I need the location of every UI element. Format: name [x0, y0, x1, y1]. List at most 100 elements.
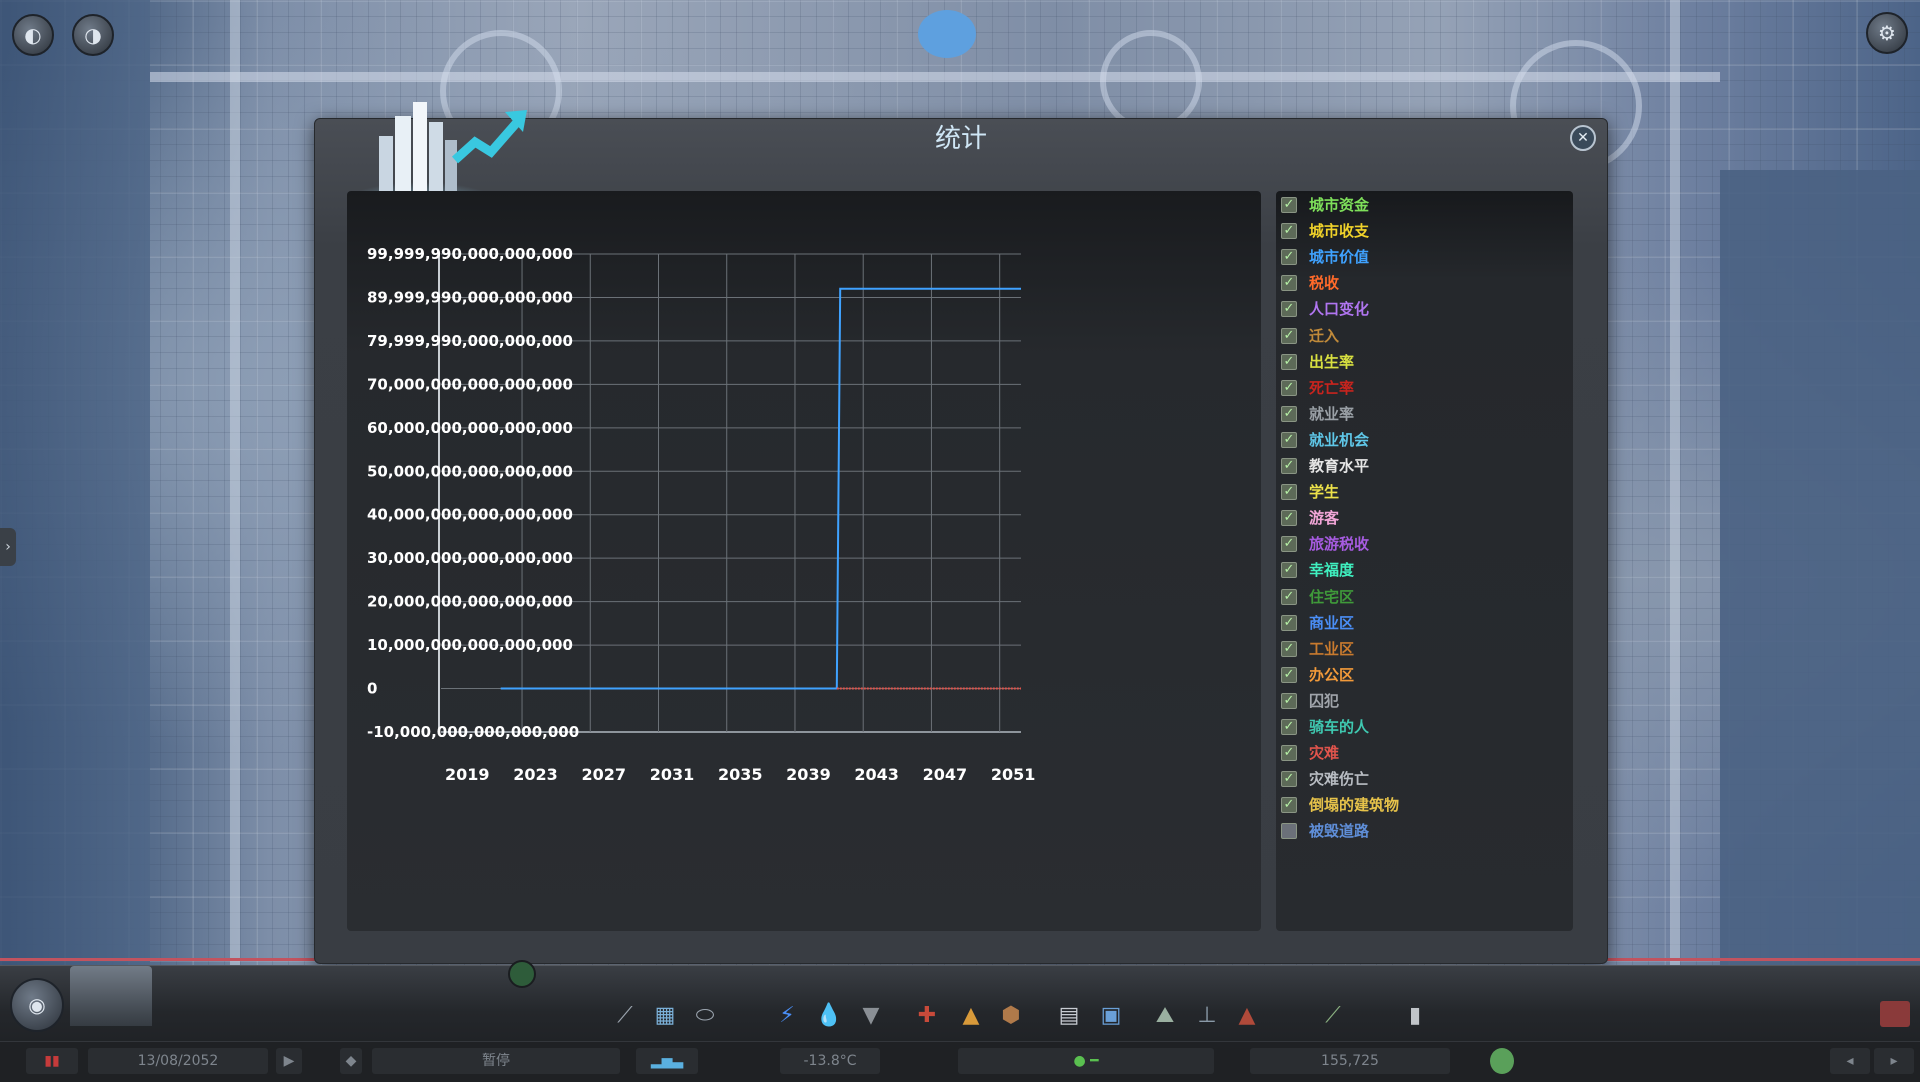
legend-checkbox[interactable]: ✓	[1281, 719, 1297, 735]
legend-item[interactable]: ✓ 出生率	[1276, 350, 1573, 376]
rci-demand-icon: ▂▅▃	[650, 1053, 684, 1069]
y-tick-label: 20,000,000,000,000,000	[367, 593, 573, 611]
water-icon[interactable]: 💧	[814, 1001, 844, 1031]
x-tick-label: 2019	[445, 765, 490, 784]
legend-item[interactable]: ✓ 灾难伤亡	[1276, 767, 1573, 793]
legend-checkbox[interactable]: ✓	[1281, 275, 1297, 292]
legend-item[interactable]: ✓ 城市价值	[1276, 245, 1573, 271]
progress-milestone-icon[interactable]	[508, 960, 536, 988]
legend-label: 人口变化	[1309, 300, 1370, 319]
legend-checkbox[interactable]: ✓	[1281, 797, 1297, 814]
y-tick-label: 89,999,990,000,000,000	[367, 288, 573, 306]
zoom-in-button[interactable]: ▸	[1874, 1048, 1914, 1074]
legend-checkbox[interactable]: ✓	[1281, 614, 1297, 631]
legend-item[interactable]: ✓ 就业率	[1276, 402, 1573, 428]
zoom-out-button[interactable]: ◂	[1830, 1048, 1870, 1074]
y-tick-label: 50,000,000,000,000,000	[367, 462, 573, 480]
legend-checkbox[interactable]: ✓	[1281, 405, 1297, 422]
legend-checkbox[interactable]: ✓	[1281, 301, 1297, 318]
electricity-icon[interactable]: ⚡	[772, 1001, 802, 1031]
legend-checkbox[interactable]: ✓	[1281, 692, 1297, 709]
legend-checkbox[interactable]: ✓	[1281, 379, 1297, 396]
y-tick-label: 30,000,000,000,000,000	[367, 549, 573, 567]
demand-meter[interactable]: ▂▅▃	[636, 1048, 698, 1074]
legend-item[interactable]: ✓ 就业机会	[1276, 428, 1573, 454]
legend-item[interactable]: ✓ 囚犯	[1276, 689, 1573, 715]
x-tick-label: 2043	[854, 765, 899, 784]
legend-item[interactable]: ✓ 游客	[1276, 506, 1573, 532]
legend-checkbox[interactable]: ✓	[1281, 640, 1297, 657]
city-info-button[interactable]: ◉	[10, 978, 64, 1032]
x-tick-label: 2023	[513, 765, 558, 784]
road-icon[interactable]: ⟋	[610, 1001, 640, 1031]
legend-checkbox[interactable]: ✓	[1281, 249, 1297, 266]
legend-checkbox[interactable]: ✓	[1281, 666, 1297, 683]
landscaping-icon[interactable]: ⛰	[1150, 1001, 1180, 1031]
legend-item[interactable]: ✓ 教育水平	[1276, 454, 1573, 480]
park-icon[interactable]: ⟋	[1318, 1001, 1348, 1031]
legend-label: 教育水平	[1309, 457, 1370, 475]
fire-icon[interactable]: ▲	[956, 1001, 986, 1031]
legend-checkbox[interactable]: ✓	[1281, 588, 1297, 605]
chirper-button[interactable]: ◆	[340, 1048, 362, 1074]
legend-checkbox[interactable]: ✓	[1281, 353, 1297, 370]
transport-icon[interactable]: ▣	[1096, 1001, 1126, 1031]
legend-label: 囚犯	[1309, 691, 1340, 710]
zoning-icon[interactable]: ▦	[650, 1001, 680, 1031]
x-tick-label: 2031	[650, 765, 695, 784]
healthcare-icon[interactable]: ✚	[912, 1001, 942, 1031]
legend-item[interactable]: ✓ 办公区	[1276, 663, 1573, 689]
legend-checkbox[interactable]: ✓	[1281, 510, 1297, 527]
legend-checkbox[interactable]: ✓	[1281, 223, 1297, 240]
money-display[interactable]: ● ━	[958, 1048, 1214, 1074]
y-tick-label: 99,999,990,000,000,000	[367, 245, 573, 263]
legend-item[interactable]: ✓ 幸福度	[1276, 558, 1573, 584]
settings-button[interactable]: ⚙	[1866, 12, 1908, 54]
side-panel-toggle[interactable]: ›	[0, 528, 16, 566]
legend-item[interactable]: ✓ 死亡率	[1276, 376, 1573, 402]
legend-item[interactable]: ✓ 城市资金	[1276, 193, 1573, 219]
legend-item[interactable]: ✓ 商业区	[1276, 611, 1573, 637]
legend-item[interactable]: ✓ 灾难	[1276, 741, 1573, 767]
legend-label: 税收	[1309, 274, 1340, 293]
legend-item[interactable]: ✓ 工业区	[1276, 637, 1573, 663]
legend-checkbox[interactable]: ✓	[1281, 823, 1297, 840]
unlock-button[interactable]: ◑	[72, 14, 114, 56]
legend-item[interactable]: ✓ 旅游税收	[1276, 532, 1573, 558]
legend-item[interactable]: ✓ 税收	[1276, 271, 1573, 297]
speed-button[interactable]: ▶	[276, 1048, 302, 1074]
unique-building-icon[interactable]: ⊥	[1192, 1001, 1222, 1031]
legend-checkbox[interactable]: ✓	[1281, 431, 1297, 448]
x-tick-label: 2035	[718, 765, 763, 784]
legend-checkbox[interactable]: ✓	[1281, 458, 1297, 474]
education-icon[interactable]: ▤	[1054, 1001, 1084, 1031]
legend-item[interactable]: ✓ 人口变化	[1276, 297, 1573, 323]
close-button[interactable]: ✕	[1570, 125, 1596, 151]
legend-item[interactable]: ✓ 被毁道路	[1276, 819, 1573, 845]
legend-item[interactable]: ✓ 骑车的人	[1276, 715, 1573, 741]
policy-icon[interactable]: ▮	[1400, 1001, 1430, 1031]
y-tick-label: 70,000,000,000,000,000	[367, 375, 573, 393]
legend-item[interactable]: ✓ 迁入	[1276, 324, 1573, 350]
legend-item[interactable]: ✓ 学生	[1276, 480, 1573, 506]
monument-icon[interactable]: ▲	[1232, 1001, 1262, 1031]
bulldozer-button[interactable]	[1880, 1001, 1910, 1027]
pause-button[interactable]: ▮▮	[26, 1048, 78, 1074]
legend-item[interactable]: ✓ 倒塌的建筑物	[1276, 793, 1573, 819]
legend-item[interactable]: ✓ 住宅区	[1276, 585, 1573, 611]
legend-checkbox[interactable]: ✓	[1281, 484, 1297, 501]
legend-checkbox[interactable]: ✓	[1281, 562, 1297, 579]
district-icon[interactable]: ⬭	[690, 1001, 720, 1031]
legend-checkbox[interactable]: ✓	[1281, 771, 1297, 788]
legend-checkbox[interactable]: ✓	[1281, 536, 1297, 553]
garbage-icon[interactable]: ▼	[856, 1001, 886, 1031]
legend-item[interactable]: ✓ 城市收支	[1276, 219, 1573, 245]
legend-checkbox[interactable]: ✓	[1281, 197, 1297, 213]
legend-checkbox[interactable]: ✓	[1281, 327, 1297, 344]
legend-checkbox[interactable]: ✓	[1281, 745, 1297, 762]
police-icon[interactable]: ⬢	[996, 1001, 1026, 1031]
city-skyline-icon	[70, 966, 152, 1026]
series-line	[500, 287, 1021, 690]
legend-label: 骑车的人	[1309, 718, 1370, 736]
info-views-button[interactable]: ◐	[12, 14, 54, 56]
